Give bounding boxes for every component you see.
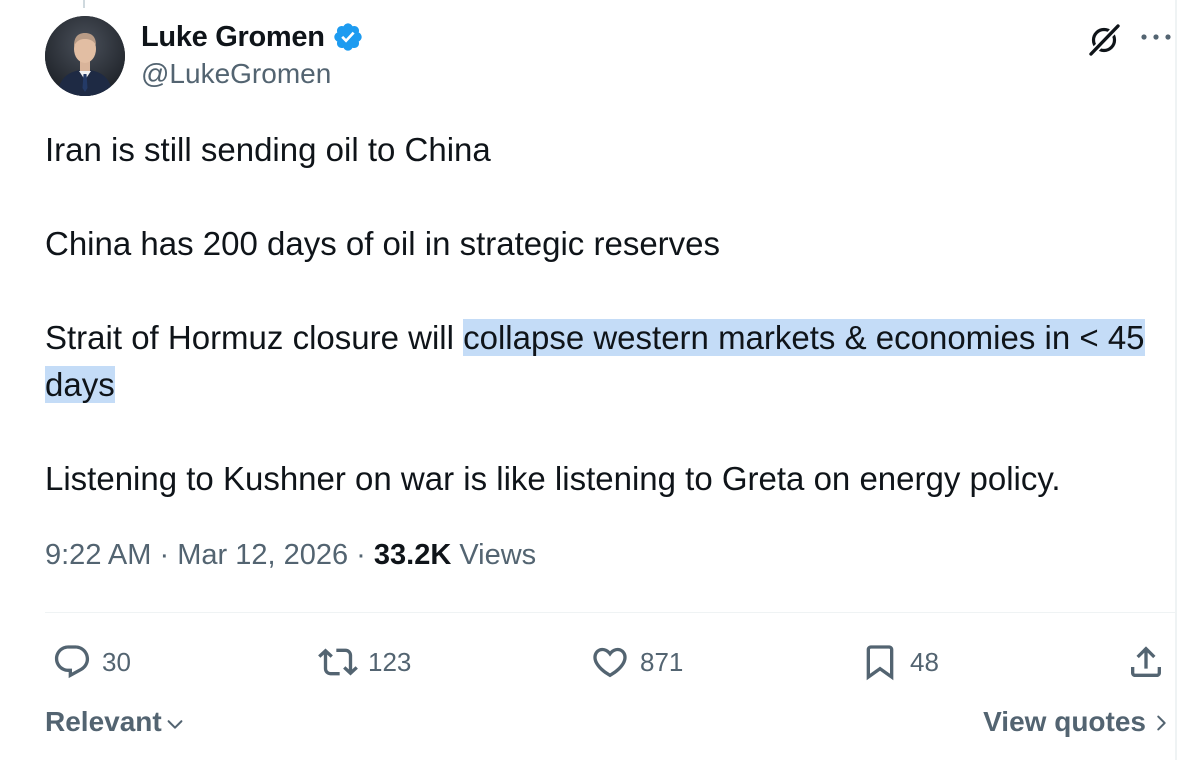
reply-button[interactable]: 30 — [52, 640, 131, 684]
thread-connector-line — [83, 0, 85, 8]
tweet-paragraph-highlighted: Strait of Hormuz closure will collapse w… — [45, 314, 1175, 408]
author-name-row[interactable]: Luke Gromen — [141, 17, 364, 57]
repost-button[interactable]: 123 — [318, 640, 411, 684]
views-label[interactable]: Views — [459, 539, 536, 571]
views-count[interactable]: 33.2K — [374, 539, 451, 571]
avatar-image — [45, 16, 125, 96]
like-button[interactable]: 871 — [590, 640, 683, 684]
share-icon — [1131, 646, 1161, 677]
sort-label: Relevant — [45, 706, 162, 737]
like-count: 871 — [640, 646, 684, 677]
tweet-page: Luke Gromen @LukeGromen Iran is still se… — [0, 0, 1192, 760]
tweet-text: Iran is still sending oil to China China… — [45, 126, 1175, 502]
tweet-paragraph: China has 200 days of oil in strategic r… — [45, 225, 721, 262]
repost-icon — [318, 648, 358, 676]
reply-icon — [54, 645, 90, 679]
repost-count: 123 — [368, 646, 412, 677]
chevron-right-icon — [1157, 715, 1166, 731]
bookmark-count: 48 — [910, 646, 939, 677]
like-icon — [593, 647, 627, 678]
meta-separator: · — [356, 539, 366, 571]
divider — [45, 612, 1175, 613]
bookmark-button[interactable]: 48 — [860, 640, 939, 684]
column-border — [1175, 0, 1177, 760]
chevron-down-icon — [167, 720, 183, 729]
meta-separator: · — [159, 539, 170, 571]
author-handle[interactable]: @LukeGromen — [141, 58, 331, 90]
tweet-time[interactable]: 9:22 AM — [45, 539, 151, 571]
bookmark-icon — [866, 645, 894, 681]
view-quotes-label: View quotes — [983, 706, 1146, 737]
sort-replies-dropdown[interactable]: Relevant — [45, 706, 186, 738]
reply-count: 30 — [102, 646, 131, 677]
verified-badge-icon — [333, 23, 362, 51]
avatar[interactable] — [45, 16, 125, 96]
grok-icon[interactable] — [1084, 19, 1124, 59]
tweet-paragraph: Iran is still sending oil to China — [45, 131, 491, 168]
view-quotes-link[interactable]: View quotes — [983, 706, 1172, 738]
tweet-paragraph: Listening to Kushner on war is like list… — [45, 460, 1061, 497]
share-button[interactable] — [1126, 640, 1166, 684]
tweet-date[interactable]: Mar 12, 2026 — [177, 539, 348, 571]
author-name[interactable]: Luke Gromen — [141, 21, 325, 54]
tweet-text-segment: Strait of Hormuz closure will — [45, 319, 464, 356]
tweet-meta: 9:22 AM · Mar 12, 2026 · 33.2K Views — [45, 539, 536, 572]
more-icon[interactable] — [1138, 27, 1174, 47]
